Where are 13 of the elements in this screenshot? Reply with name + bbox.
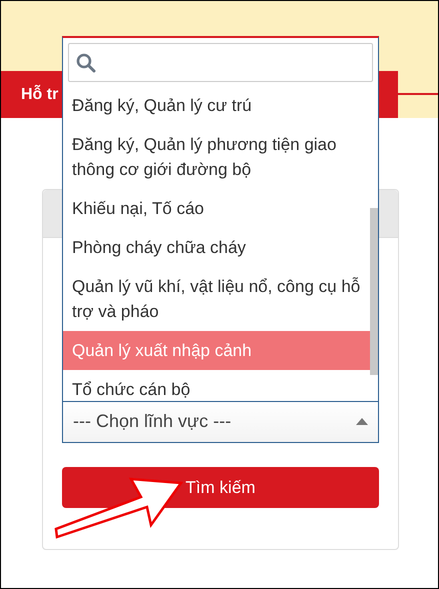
search-field[interactable] — [68, 43, 373, 82]
dropdown-option[interactable]: Khiếu nại, Tố cáo — [63, 189, 370, 228]
dropdown-option[interactable]: Tổ chức cán bộ — [63, 370, 370, 401]
search-button[interactable]: Tìm kiếm — [62, 467, 379, 508]
dropdown-option[interactable]: Quản lý vũ khí, vật liệu nổ, công cụ hỗ trợ và pháo — [63, 267, 370, 331]
nav-label[interactable]: Hỗ tr — [21, 86, 58, 104]
dropdown-option[interactable]: Phòng cháy chữa cháy — [63, 228, 370, 267]
category-select[interactable]: --- Chọn lĩnh vực --- — [62, 400, 379, 443]
search-icon — [76, 52, 96, 72]
caret-icon — [356, 418, 368, 424]
dropdown-option[interactable]: Đăng ký, Quản lý phương tiện giao thông cơ giới đường bộ — [63, 125, 370, 189]
dropdown-option[interactable]: Đăng ký, Quản lý cư trú — [63, 86, 370, 125]
scrollbar[interactable] — [370, 208, 378, 375]
